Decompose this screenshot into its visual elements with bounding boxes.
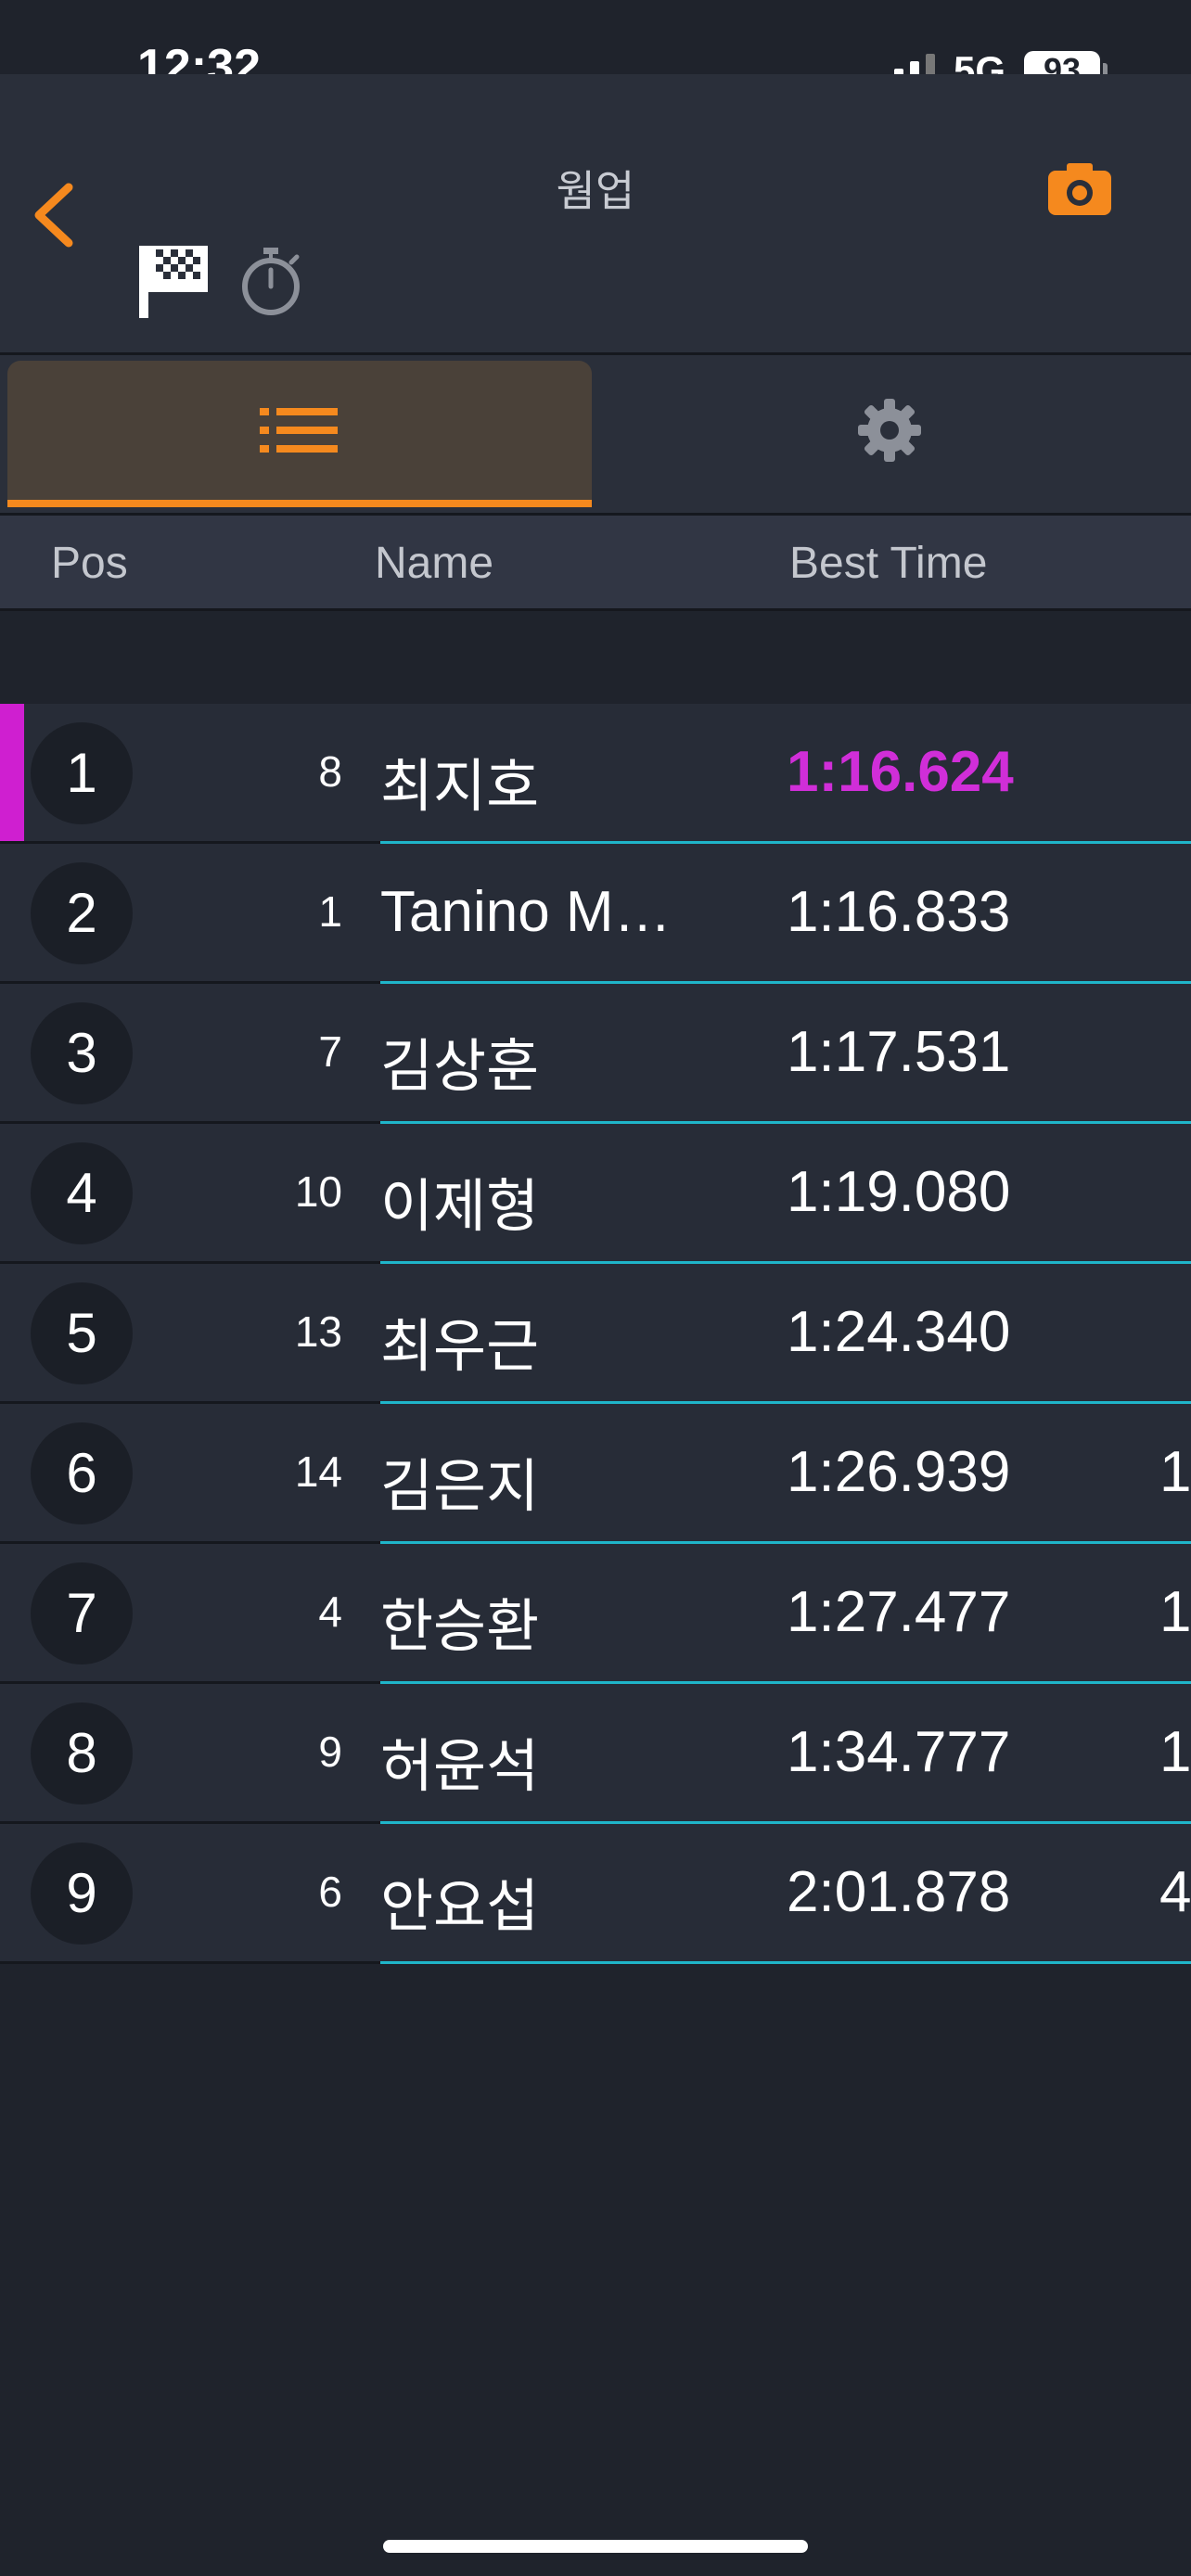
position-badge: 5: [31, 1282, 133, 1384]
table-row[interactable]: 7 4 한승환 1:27.477 1: [0, 1544, 1191, 1684]
driver-name: 김상훈: [380, 1035, 540, 1099]
position-badge: 1: [31, 722, 133, 824]
table-row[interactable]: 5 13 최우근 1:24.340: [0, 1264, 1191, 1404]
spacer: [0, 611, 1191, 704]
car-number: 6: [318, 1868, 342, 1916]
status-bar: 12:32 5G 93: [0, 0, 1191, 94]
table-row[interactable]: 8 9 허윤석 1:34.777 1: [0, 1684, 1191, 1824]
table-row[interactable]: 3 7 김상훈 1:17.531: [0, 984, 1191, 1124]
position-badge: 8: [31, 1702, 133, 1804]
car-number: 8: [318, 747, 342, 796]
car-number: 9: [318, 1728, 342, 1776]
driver-name: 최지호: [380, 755, 540, 819]
camera-icon: [1048, 163, 1111, 215]
best-time: 1:34.777: [787, 1720, 1011, 1784]
best-time: 2:01.878: [787, 1860, 1011, 1924]
column-pos[interactable]: Pos: [51, 538, 128, 589]
car-number: 7: [318, 1027, 342, 1076]
tab-list[interactable]: [7, 361, 592, 507]
checkered-flag-icon[interactable]: [137, 236, 211, 320]
best-time: 1:26.939: [787, 1440, 1011, 1504]
table-row[interactable]: 6 14 김은지 1:26.939 1: [0, 1404, 1191, 1544]
camera-button[interactable]: [1044, 159, 1115, 219]
driver-name: Tanino M…: [380, 880, 672, 944]
table-row[interactable]: 2 1 Tanino M… 1:16.833: [0, 844, 1191, 984]
car-number: 1: [318, 887, 342, 936]
driver-name: 허윤석: [380, 1735, 540, 1799]
extra-value: 4: [1159, 1860, 1191, 1924]
best-time: 1:17.531: [787, 1020, 1011, 1084]
home-indicator[interactable]: [383, 2540, 808, 2553]
car-number: 4: [318, 1588, 342, 1636]
position-badge: 2: [31, 862, 133, 964]
best-time: 1:24.340: [787, 1300, 1011, 1364]
position-badge: 9: [31, 1843, 133, 1945]
gear-icon: [858, 399, 921, 462]
position-badge: 4: [31, 1142, 133, 1244]
position-badge: 6: [31, 1422, 133, 1524]
results-list: 1 8 최지호 1:16.624 2 1 Tanino M… 1:16.833 3 7 김상훈 1:1…: [0, 704, 1191, 1964]
page-title: 웜업: [556, 167, 635, 215]
driver-name: 한승환: [380, 1595, 540, 1659]
best-time: 1:16.833: [787, 880, 1011, 944]
driver-name: 최우근: [380, 1315, 540, 1379]
car-number: 14: [294, 1447, 342, 1496]
top-header: 웜업: [0, 74, 1191, 355]
best-time: 1:27.477: [787, 1580, 1011, 1644]
list-icon: [260, 408, 338, 453]
fastest-indicator: [0, 704, 24, 841]
car-number: 10: [294, 1167, 342, 1216]
column-header: Pos Name Best Time: [0, 516, 1191, 611]
extra-value: 1: [1159, 1720, 1191, 1784]
view-tabs: [0, 355, 1191, 516]
driver-name: 김은지: [380, 1455, 540, 1519]
column-name[interactable]: Name: [375, 538, 493, 589]
position-badge: 3: [31, 1002, 133, 1104]
table-row[interactable]: 9 6 안요섭 2:01.878 4: [0, 1824, 1191, 1964]
car-number: 13: [294, 1307, 342, 1356]
driver-name: 안요섭: [380, 1875, 540, 1939]
tab-settings[interactable]: [597, 361, 1182, 500]
extra-value: 1: [1159, 1440, 1191, 1504]
table-row[interactable]: 4 10 이제형 1:19.080: [0, 1124, 1191, 1264]
position-badge: 7: [31, 1562, 133, 1664]
best-time: 1:19.080: [787, 1160, 1011, 1224]
best-time: 1:16.624: [787, 740, 1014, 804]
stopwatch-icon[interactable]: [234, 236, 308, 320]
driver-name: 이제형: [380, 1175, 540, 1239]
row-divider: [380, 1961, 1191, 1964]
column-best-time[interactable]: Best Time: [789, 538, 987, 589]
table-row[interactable]: 1 8 최지호 1:16.624: [0, 704, 1191, 844]
extra-value: 1: [1159, 1580, 1191, 1644]
